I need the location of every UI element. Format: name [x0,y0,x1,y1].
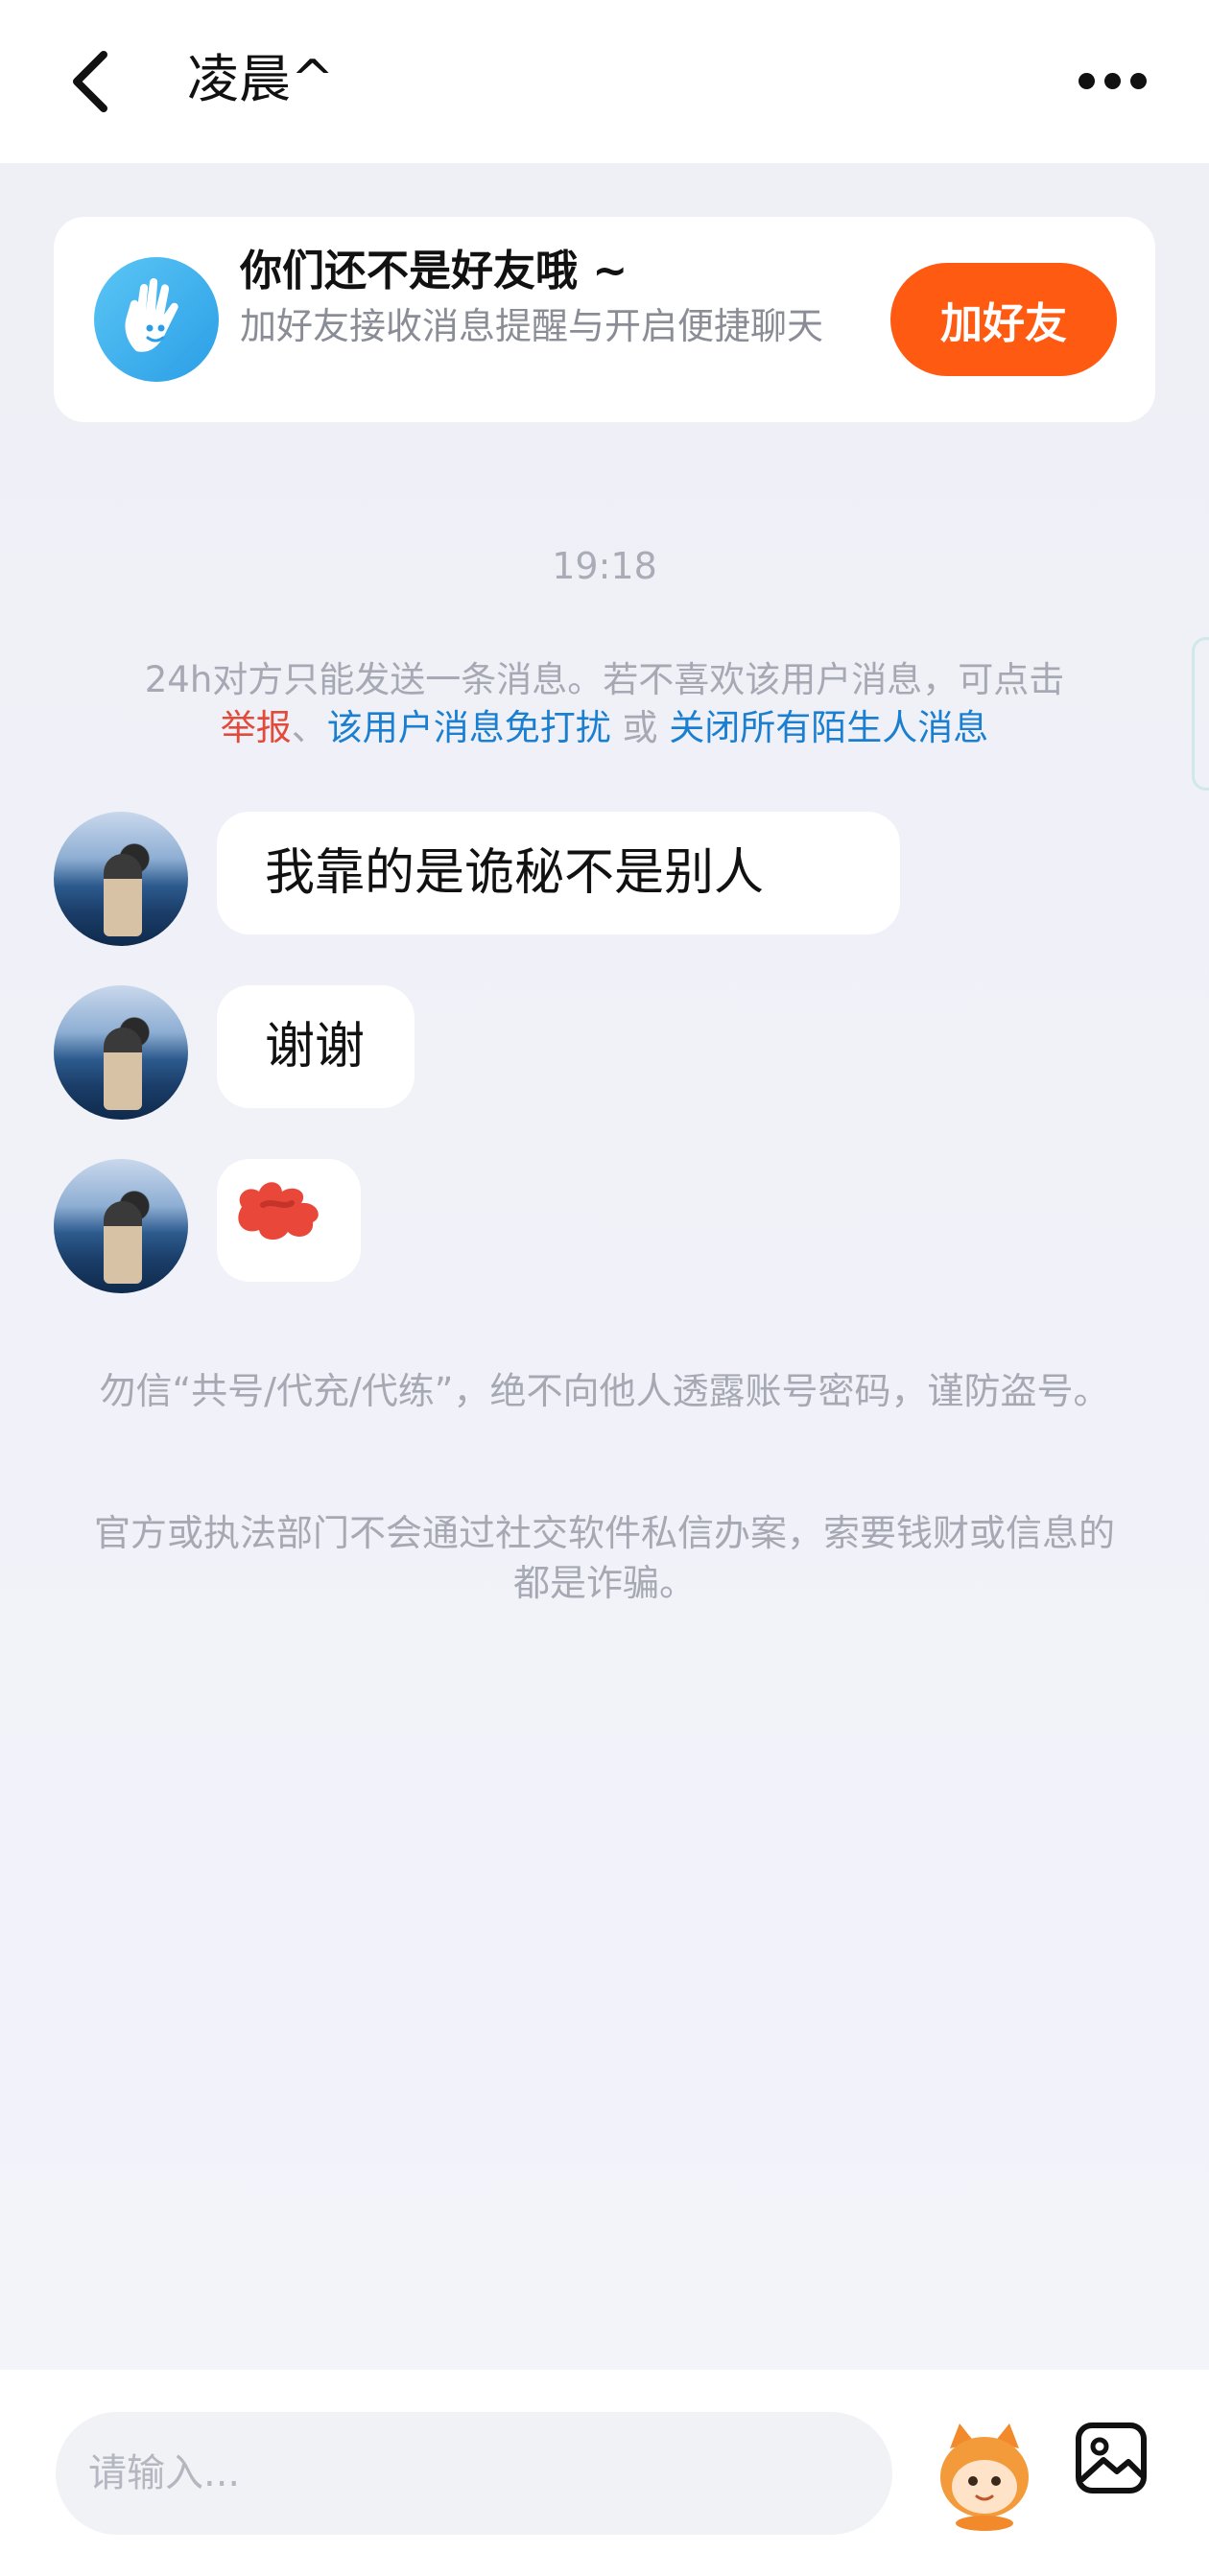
redacted-sticker-icon [238,1182,319,1241]
emoji-mascot-icon [940,2423,1029,2531]
report-link[interactable]: 举报 [221,707,292,748]
banner-subtitle: 加好友接收消息提醒与开启便捷聊天 [240,305,824,347]
safety-notice-account: 勿信“共号/代充/代练”，绝不向他人透露账号密码，谨防盗号。 [99,1370,1110,1412]
add-friend-banner: 你们还不是好友哦 ~ 加好友接收消息提醒与开启便捷聊天 加好友 [54,217,1155,422]
avatar[interactable] [54,812,188,946]
add-friend-button[interactable]: 加好友 [890,263,1117,376]
close-stranger-messages-link[interactable]: 关闭所有陌生人消息 [669,707,988,748]
image-button[interactable] [1073,2420,1150,2496]
notice-text: 24h对方只能发送一条消息。若不喜欢该用户消息，可点击 [144,659,1065,700]
notice-or: 或 [610,707,670,748]
safety-notice-fraud: 官方或执法部门不会通过社交软件私信办案，索要钱财或信息的都是诈骗。 [93,1512,1115,1604]
side-edge-handle[interactable] [1192,637,1209,791]
chat-background [0,163,1209,2370]
image-icon [1076,2422,1147,2493]
chat-title: 凌晨^ [187,49,335,109]
emoji-button[interactable] [931,2410,1038,2535]
mute-user-link[interactable]: 该用户消息免打扰 [327,707,611,748]
avatar[interactable] [54,985,188,1120]
back-button[interactable] [58,43,134,120]
back-arrow-icon [73,51,107,112]
composer-bar [0,2370,1209,2576]
top-bar: 凌晨^ [0,0,1209,163]
hand-wave-icon [94,257,219,382]
sticker-bubble[interactable] [217,1159,361,1282]
more-button[interactable] [1075,58,1151,106]
message-timestamp: 19:18 [552,545,657,587]
stranger-notice: 24h对方只能发送一条消息。若不喜欢该用户消息，可点击 举报、该用户消息免打扰 … [58,656,1151,752]
more-dots-icon [1079,73,1095,89]
message-bubble[interactable]: 谢谢 [217,985,415,1108]
message-input[interactable] [56,2412,892,2535]
notice-separator: 、 [291,707,327,748]
avatar[interactable] [54,1159,188,1293]
banner-title: 你们还不是好友哦 ~ [240,247,628,295]
message-bubble[interactable]: 我靠的是诡秘不是别人 [217,812,900,934]
